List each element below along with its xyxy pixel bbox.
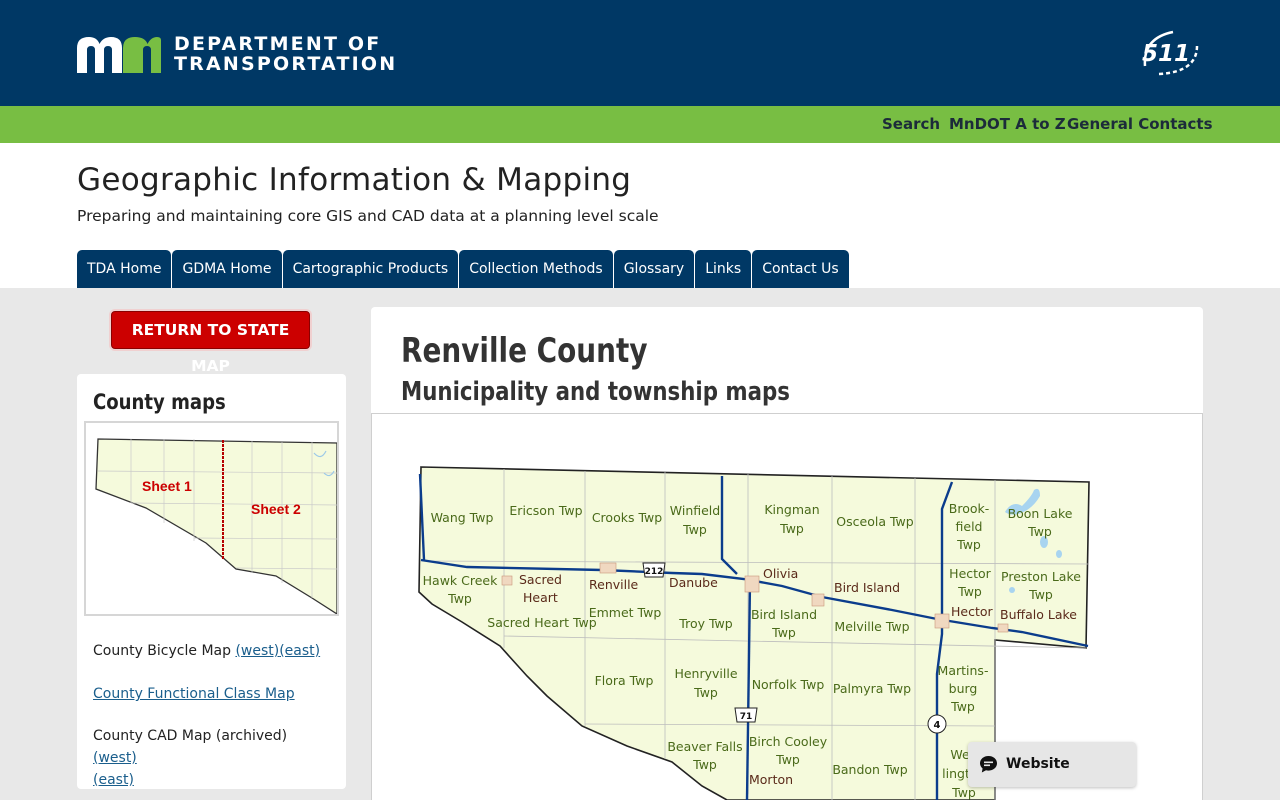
mndot-logo-link[interactable]: DEPARTMENT OF TRANSPORTATION — [77, 34, 397, 74]
tab-contact-us[interactable]: Contact Us — [752, 250, 849, 288]
county-maps-heading: County maps — [93, 390, 226, 414]
logo-line-2: TRANSPORTATION — [174, 53, 398, 75]
twp-label: field — [956, 519, 983, 534]
cad-map-line: County CAD Map (archived) (west) (east) — [93, 725, 333, 791]
county-title: Renville County — [401, 331, 648, 371]
twp-label: Hawk Creek — [423, 573, 498, 588]
twp-label: Twp — [775, 752, 800, 767]
twp-label: Flora Twp — [595, 673, 654, 688]
city-label: Bird Island — [834, 580, 900, 595]
twp-label: Twp — [779, 521, 804, 536]
twp-label: Troy Twp — [678, 616, 732, 631]
city-label: Olivia — [763, 566, 798, 581]
utility-nav: Search MnDOT A to Z General Contacts — [0, 106, 1280, 143]
svg-text:71: 71 — [740, 712, 753, 722]
twp-label: Bird Island — [751, 607, 817, 622]
website-feedback-label: Website feedback — [1006, 756, 1070, 772]
city-label: Renville — [589, 577, 639, 592]
bicycle-map-east-link[interactable]: (east) — [279, 643, 320, 659]
functional-class-line: County Functional Class Map — [93, 683, 295, 705]
twp-label: Henryville — [674, 666, 737, 681]
twp-label: Martins- — [938, 663, 989, 678]
twp-label: Sacred Heart Twp — [487, 615, 596, 630]
main-content: Renville County Municipality and townshi… — [371, 307, 1203, 800]
twp-label: Boon Lake — [1008, 506, 1073, 521]
website-feedback-button[interactable]: Website feedback — [968, 742, 1136, 787]
site-header: DEPARTMENT OF TRANSPORTATION 511 — [0, 0, 1280, 106]
twp-label: Kingman — [764, 502, 819, 517]
twp-label: Twp — [771, 625, 796, 640]
general-contacts-link[interactable]: General Contacts — [1067, 106, 1213, 143]
county-sheet-index-map[interactable]: Sheet 1 Sheet 2 — [84, 421, 339, 616]
twp-label: Twp — [950, 699, 975, 714]
tab-glossary[interactable]: Glossary — [613, 250, 695, 288]
tab-links[interactable]: Links — [695, 250, 752, 288]
sheet-1-label: Sheet 1 — [142, 478, 192, 494]
svg-text:511: 511 — [1142, 41, 1190, 67]
site-subtitle: Preparing and maintaining core GIS and C… — [77, 207, 659, 225]
twp-label: Hector — [949, 566, 992, 581]
svg-text:4: 4 — [934, 720, 941, 731]
twp-label: Birch Cooley — [749, 734, 828, 749]
logo-wordmark: DEPARTMENT OF TRANSPORTATION — [174, 34, 397, 74]
city-label: Buffalo Lake — [1000, 607, 1077, 622]
a-to-z-link[interactable]: MnDOT A to Z — [949, 106, 1066, 143]
bicycle-map-line: County Bicycle Map (west)(east) — [93, 640, 320, 662]
return-to-state-map-button[interactable]: RETURN TO STATE MAP — [111, 311, 310, 375]
twp-label: Brook- — [949, 501, 990, 516]
twp-label: Wang Twp — [431, 510, 494, 525]
city-label: Morton — [749, 772, 793, 787]
twp-label: Osceola Twp — [836, 514, 913, 529]
twp-label: Palmyra Twp — [833, 681, 911, 696]
tab-collection-methods[interactable]: Collection Methods — [459, 250, 613, 288]
twp-label: Twp — [951, 785, 976, 800]
twp-label: Bandon Twp — [832, 762, 907, 777]
section-tabs: TDA Home GDMA Home Cartographic Products… — [77, 250, 850, 288]
twp-label: Preston Lake — [1001, 569, 1081, 584]
twp-label: burg — [949, 681, 978, 696]
city-label: Hector — [951, 604, 994, 619]
twp-label: Twp — [956, 537, 981, 552]
tab-gdma-home[interactable]: GDMA Home — [172, 250, 282, 288]
county-subtitle: Municipality and township maps — [401, 377, 790, 407]
511-icon[interactable]: 511 — [1139, 28, 1201, 78]
cad-map-label: County CAD Map (archived) — [93, 728, 288, 744]
twp-label: Norfolk Twp — [752, 677, 825, 692]
sheet-2-label: Sheet 2 — [251, 501, 301, 517]
highway-212-shield: 212 — [642, 562, 666, 578]
twp-label: Melville Twp — [834, 619, 909, 634]
tab-cartographic-products[interactable]: Cartographic Products — [282, 250, 459, 288]
twp-label: Twp — [1027, 524, 1052, 539]
mn-logo-icon — [77, 36, 161, 73]
bicycle-map-west-link[interactable]: (west) — [235, 643, 279, 659]
highway-71-shield: 71 — [734, 707, 758, 723]
twp-label: Twp — [1028, 587, 1053, 602]
cad-map-west-link[interactable]: (west) — [93, 750, 137, 766]
twp-label: lingt — [942, 766, 970, 781]
twp-label: Crooks Twp — [592, 510, 662, 525]
city-label: Heart — [523, 590, 558, 605]
twp-label: Emmet Twp — [589, 605, 662, 620]
functional-class-map-link[interactable]: County Functional Class Map — [93, 686, 295, 702]
twp-label: Winfield — [670, 503, 720, 518]
twp-label: Twp — [957, 584, 982, 599]
chat-bubble-icon — [980, 756, 997, 773]
search-link[interactable]: Search — [882, 106, 940, 143]
twp-label: Twp — [692, 757, 717, 772]
city-label: Sacred — [519, 572, 562, 587]
twp-label: Beaver Falls — [667, 739, 742, 754]
site-title: Geographic Information & Mapping — [77, 162, 632, 198]
tab-tda-home[interactable]: TDA Home — [77, 250, 172, 288]
twp-label: Twp — [447, 591, 472, 606]
svg-text:212: 212 — [645, 567, 664, 577]
cad-map-east-link[interactable]: (east) — [93, 772, 134, 788]
county-maps-card: County maps Sheet 1 Sheet 2 County Bicyc — [77, 374, 346, 789]
twp-label: Twp — [682, 522, 707, 537]
twp-label: Ericson Twp — [509, 503, 582, 518]
logo-line-1: DEPARTMENT OF — [174, 33, 382, 55]
twp-label: Twp — [693, 685, 718, 700]
city-label: Danube — [669, 575, 718, 590]
highway-4-shield: 4 — [927, 714, 947, 734]
bicycle-map-label: County Bicycle Map — [93, 643, 231, 659]
